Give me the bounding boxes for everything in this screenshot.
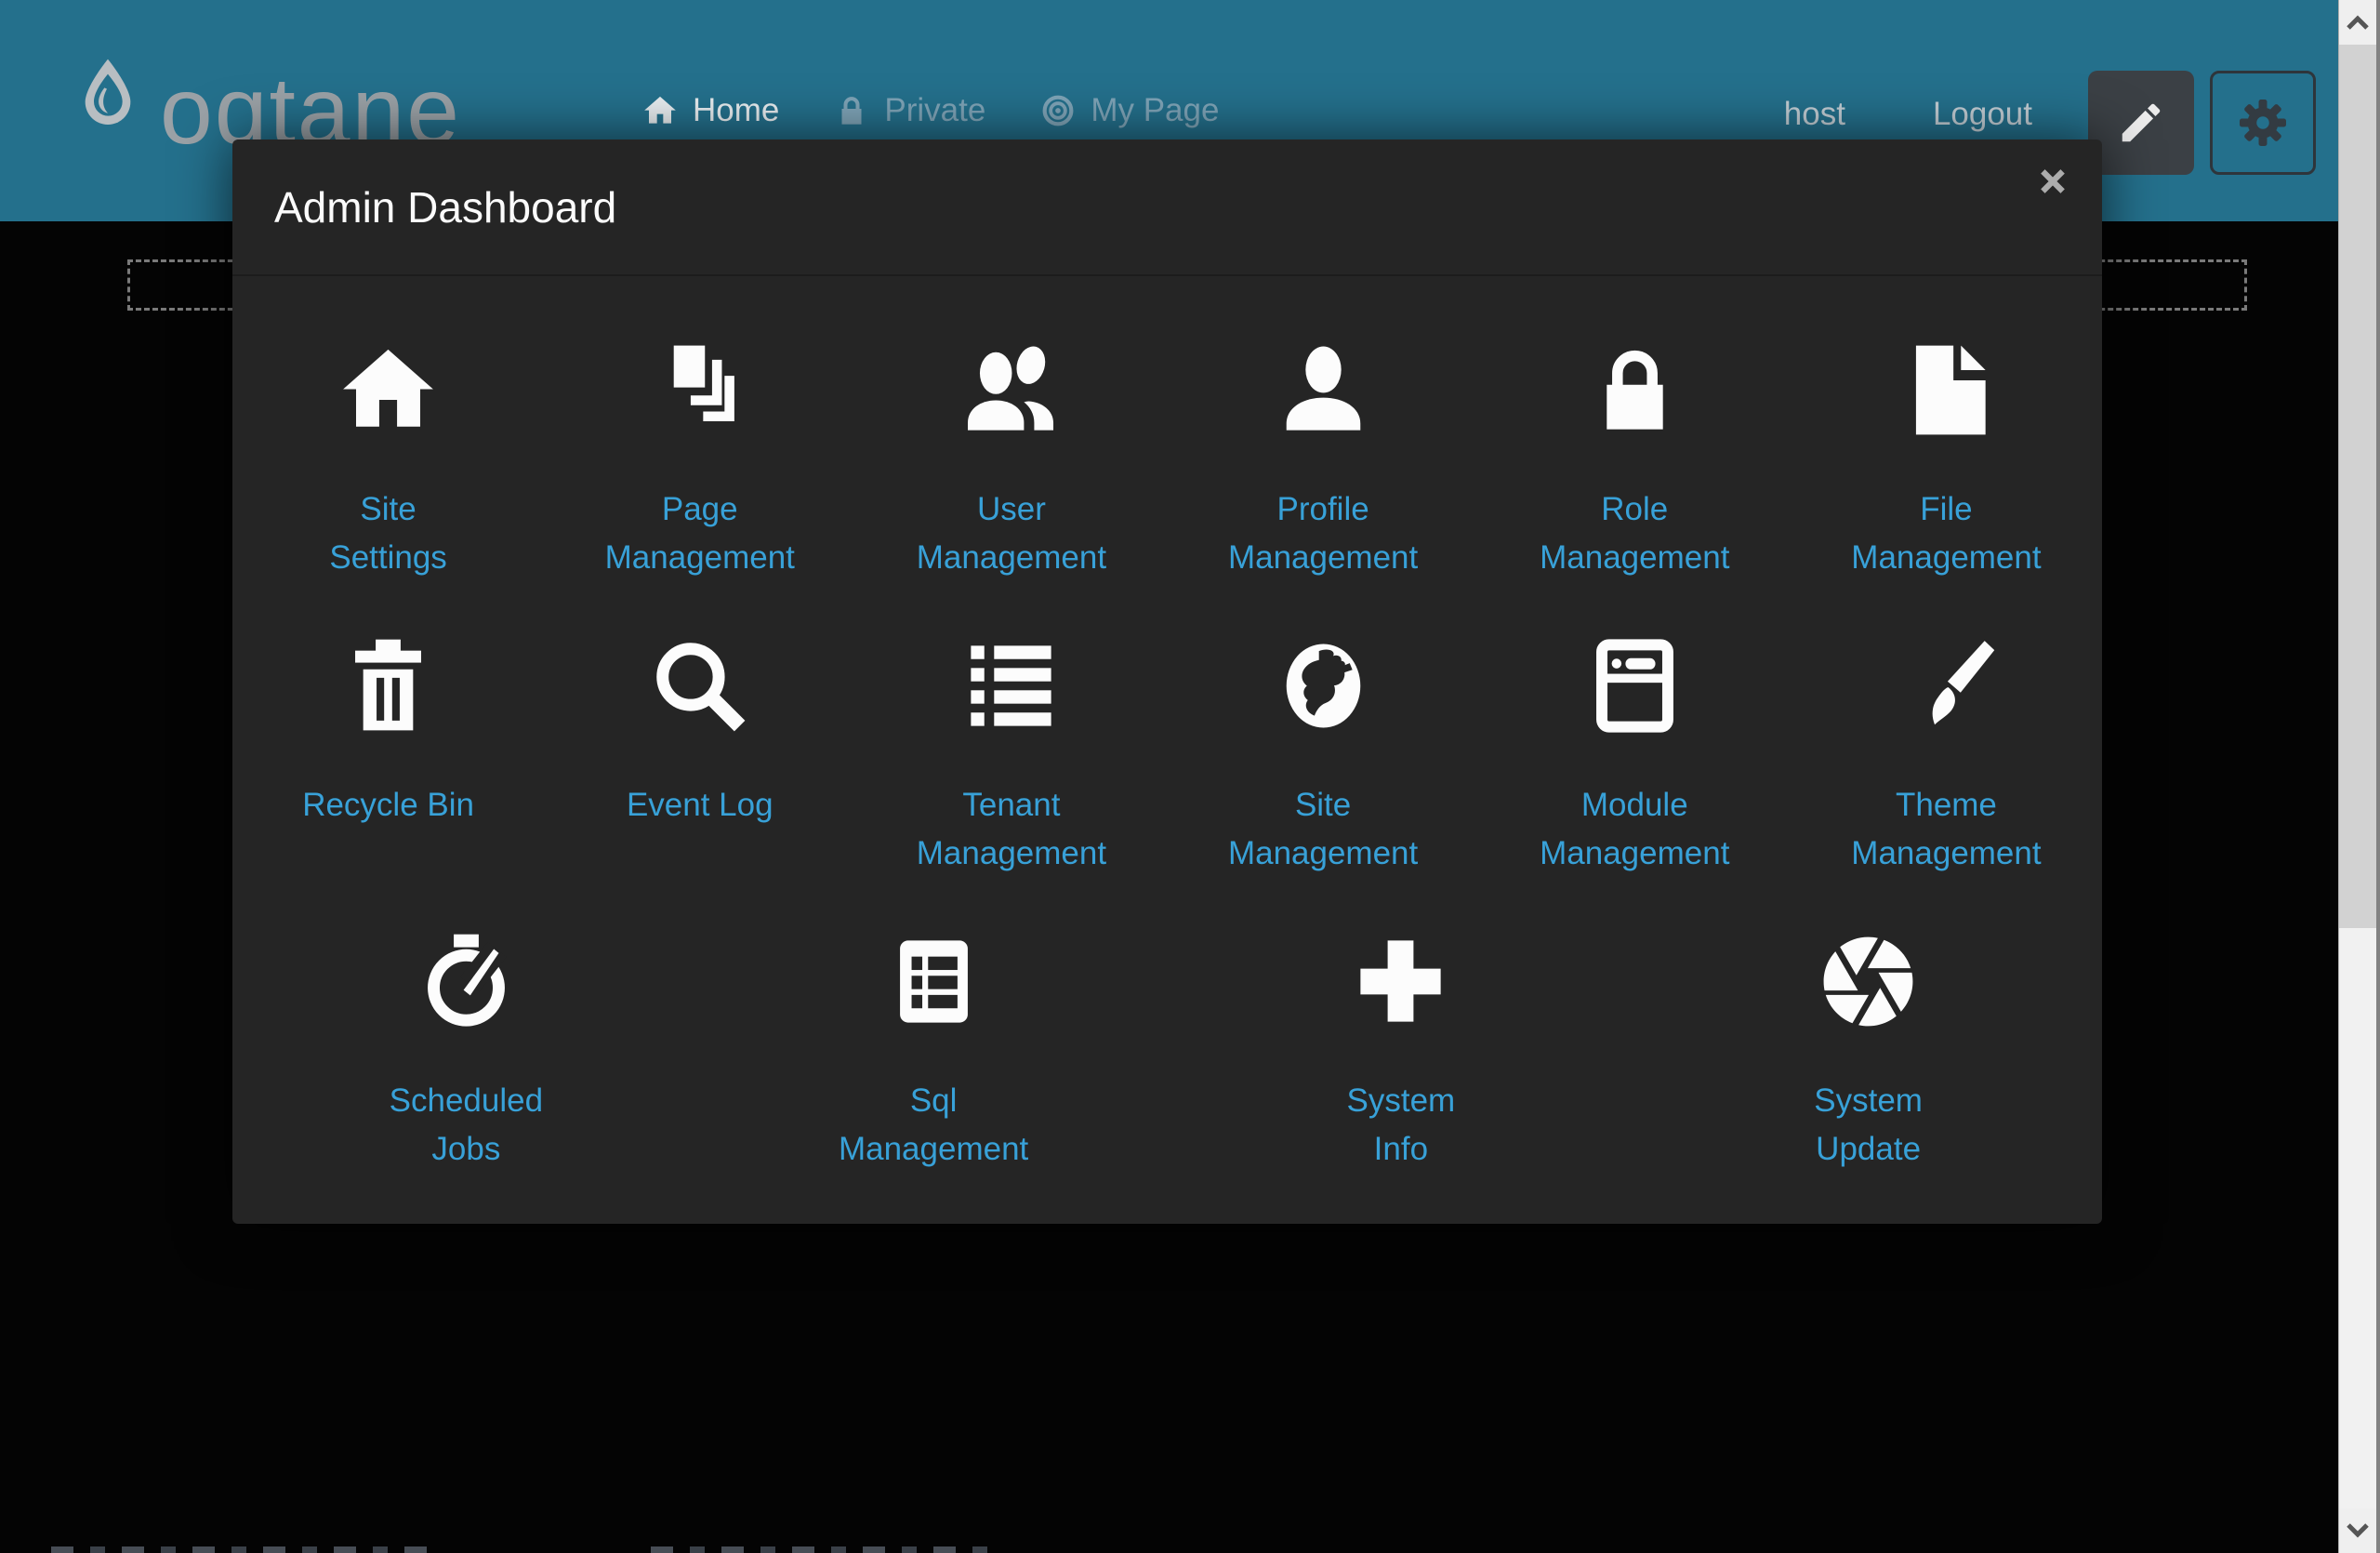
layers-icon	[646, 337, 753, 444]
tile-row: Scheduled Jobs Sql Management System Info S…	[232, 928, 2102, 1174]
admin-tile-grid: Site Settings Page Management User Managem…	[232, 276, 2102, 1174]
magnifying-glass-icon	[646, 632, 753, 739]
tile-label: Recycle Bin	[302, 781, 474, 878]
admin-dashboard-modal: Admin Dashboard Site Settings Page Manage…	[232, 139, 2102, 1224]
admin-tile-sql-management[interactable]: Sql Management	[700, 928, 1168, 1174]
aperture-icon	[1815, 928, 1922, 1035]
admin-tile-recycle-bin[interactable]: Recycle Bin	[232, 632, 544, 878]
target-icon	[1039, 92, 1077, 129]
nav-link-private[interactable]: Private	[833, 92, 985, 129]
admin-tile-scheduled-jobs[interactable]: Scheduled Jobs	[232, 928, 700, 1174]
admin-tile-theme-management[interactable]: Theme Management	[1791, 632, 2102, 878]
edit-button[interactable]	[2088, 71, 2194, 175]
modal-title: Admin Dashboard	[274, 182, 616, 232]
droplet-logo-icon	[71, 55, 145, 166]
tile-label: System Info	[1347, 1077, 1456, 1174]
modal-header: Admin Dashboard	[232, 139, 2102, 276]
admin-tile-module-management[interactable]: Module Management	[1479, 632, 1791, 878]
nav-link-label: Home	[693, 92, 779, 129]
admin-tile-site-management[interactable]: Site Management	[1168, 632, 1479, 878]
chevron-down-icon	[2346, 1522, 2370, 1539]
scrollbar-thumb[interactable]	[2339, 45, 2376, 928]
nav-link-label: Private	[884, 92, 985, 129]
lock-icon	[1581, 337, 1688, 444]
tile-label: File Management	[1851, 485, 2041, 582]
admin-tile-system-info[interactable]: System Info	[1168, 928, 1635, 1174]
settings-button[interactable]	[2210, 71, 2316, 175]
clipped-bottom-content	[651, 1546, 999, 1553]
people-icon	[958, 337, 1064, 444]
close-icon	[2039, 167, 2067, 195]
admin-tile-profile-management[interactable]: Profile Management	[1168, 337, 1479, 582]
tile-label: Event Log	[627, 781, 774, 878]
admin-tile-page-management[interactable]: Page Management	[544, 337, 855, 582]
admin-tile-user-management[interactable]: User Management	[855, 337, 1167, 582]
lock-icon	[833, 92, 870, 129]
pencil-icon	[2116, 98, 2166, 148]
browser-icon	[1581, 632, 1688, 739]
clipped-bottom-content	[51, 1546, 437, 1553]
chevron-up-icon	[2346, 14, 2370, 31]
scroll-down-button[interactable]	[2339, 1508, 2376, 1553]
tile-label: System Update	[1814, 1077, 1923, 1174]
tile-label: Site Management	[1228, 781, 1418, 878]
tile-row: Recycle Bin Event Log Tenant Management Sit…	[232, 632, 2102, 878]
tile-label: Page Management	[605, 485, 795, 582]
admin-tile-event-log[interactable]: Event Log	[544, 632, 855, 878]
logout-link[interactable]: Logout	[1933, 88, 2032, 133]
tile-label: Profile Management	[1228, 485, 1418, 582]
home-icon	[641, 92, 679, 129]
gear-icon	[2235, 95, 2291, 151]
admin-tile-file-management[interactable]: File Management	[1791, 337, 2102, 582]
tile-label: Site Settings	[329, 485, 446, 582]
nav-link-my-page[interactable]: My Page	[1039, 92, 1219, 129]
timer-icon	[413, 928, 520, 1035]
close-button[interactable]	[2039, 167, 2067, 195]
tile-label: Module Management	[1540, 781, 1729, 878]
home-icon	[335, 337, 442, 444]
admin-tile-role-management[interactable]: Role Management	[1479, 337, 1791, 582]
trash-icon	[335, 632, 442, 739]
brush-icon	[1893, 632, 2000, 739]
tile-label: Role Management	[1540, 485, 1729, 582]
tile-label: Tenant Management	[917, 781, 1106, 878]
nav-link-home[interactable]: Home	[641, 92, 779, 129]
globe-icon	[1270, 632, 1377, 739]
admin-tile-tenant-management[interactable]: Tenant Management	[855, 632, 1167, 878]
tile-label: User Management	[917, 485, 1106, 582]
tile-label: Sql Management	[839, 1077, 1028, 1174]
tile-label: Theme Management	[1851, 781, 2041, 878]
nav-link-label: My Page	[1091, 92, 1219, 129]
vertical-scrollbar[interactable]	[2338, 0, 2380, 1553]
admin-tile-site-settings[interactable]: Site Settings	[232, 337, 544, 582]
list-icon	[958, 632, 1064, 739]
admin-tile-system-update[interactable]: System Update	[1634, 928, 2102, 1174]
plus-icon	[1347, 928, 1454, 1035]
spreadsheet-icon	[880, 928, 987, 1035]
tile-label: Scheduled Jobs	[390, 1077, 543, 1174]
user-link[interactable]: host	[1784, 88, 1845, 133]
file-icon	[1893, 337, 2000, 444]
tile-row: Site Settings Page Management User Managem…	[232, 337, 2102, 582]
scroll-up-button[interactable]	[2339, 0, 2376, 45]
person-icon	[1270, 337, 1377, 444]
